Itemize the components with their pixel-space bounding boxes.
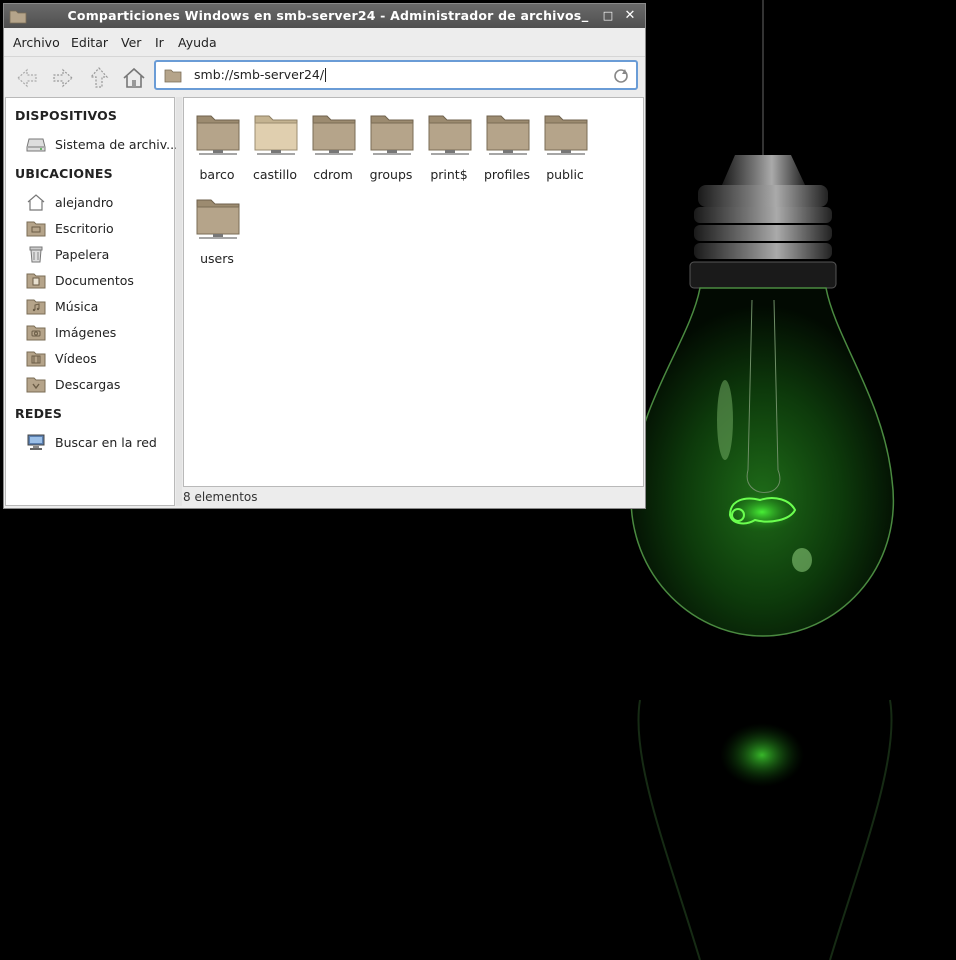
network-share-folder-icon xyxy=(428,115,472,155)
sidebar-heading-places: UBICACIONES xyxy=(15,166,113,181)
close-button[interactable]: ✕ xyxy=(621,7,639,25)
home-icon xyxy=(123,67,145,88)
file-item-barco[interactable]: barco xyxy=(188,102,246,182)
sidebar-item-label: Buscar en la red xyxy=(55,435,157,450)
file-label: public xyxy=(546,167,584,182)
videos-folder-icon xyxy=(26,351,46,367)
reload-icon[interactable] xyxy=(612,67,630,85)
network-share-folder-icon xyxy=(312,115,356,155)
file-view: barco castillo cdrom groups print$ profi… xyxy=(183,97,644,487)
file-manager-window: Comparticiones Windows en smb-server24 -… xyxy=(3,3,646,509)
back-button[interactable] xyxy=(13,64,41,92)
network-share-folder-icon xyxy=(486,115,530,155)
folder-icon xyxy=(164,69,182,83)
sidebar-item-label: Documentos xyxy=(55,273,134,288)
documents-folder-icon xyxy=(26,273,46,289)
file-item-print[interactable]: print$ xyxy=(420,102,478,182)
pictures-folder-icon xyxy=(26,325,46,341)
sidebar-item-trash[interactable]: Papelera xyxy=(26,244,174,266)
sidebar-item-music[interactable]: Música xyxy=(26,296,174,318)
sidebar-item-label: Imágenes xyxy=(55,325,117,340)
pane-splitter[interactable] xyxy=(176,97,182,506)
network-share-folder-icon xyxy=(370,115,414,155)
location-input[interactable]: smb://smb-server24/ xyxy=(194,68,327,82)
file-item-profiles[interactable]: profiles xyxy=(478,102,536,182)
music-folder-icon xyxy=(26,299,46,315)
sidebar-item-desktop[interactable]: Escritorio xyxy=(26,218,174,240)
sidebar-item-network[interactable]: Buscar en la red xyxy=(26,432,174,454)
downloads-folder-icon xyxy=(26,377,46,393)
sidebar: DISPOSITIVOS Sistema de archiv... UBICAC… xyxy=(5,97,178,506)
trash-icon xyxy=(29,246,43,263)
drive-icon xyxy=(26,138,46,152)
file-item-castillo[interactable]: castillo xyxy=(246,102,304,182)
home-button[interactable] xyxy=(120,64,148,92)
menu-editar[interactable]: Editar xyxy=(71,35,108,50)
home-icon xyxy=(27,194,45,211)
status-bar: 8 elementos xyxy=(183,490,258,504)
menu-ayuda[interactable]: Ayuda xyxy=(178,35,217,50)
forward-arrow-icon xyxy=(53,68,73,88)
sidebar-item-label: Música xyxy=(55,299,99,314)
file-item-public[interactable]: public xyxy=(536,102,594,182)
menu-archivo[interactable]: Archivo xyxy=(13,35,60,50)
sidebar-item-home[interactable]: alejandro xyxy=(26,192,174,214)
menubar: Archivo Editar Ver Ir Ayuda xyxy=(4,28,645,57)
file-item-users[interactable]: users xyxy=(188,186,246,266)
menu-ver[interactable]: Ver xyxy=(121,35,141,50)
network-icon xyxy=(27,434,45,450)
network-share-folder-icon xyxy=(196,199,240,239)
sidebar-item-label: Descargas xyxy=(55,377,121,392)
sidebar-item-pictures[interactable]: Imágenes xyxy=(26,322,174,344)
sidebar-item-label: Sistema de archiv... xyxy=(55,137,179,152)
sidebar-item-documents[interactable]: Documentos xyxy=(26,270,174,292)
sidebar-item-label: Papelera xyxy=(55,247,110,262)
sidebar-heading-network: REDES xyxy=(15,406,63,421)
minimize-button[interactable]: _ xyxy=(576,7,594,25)
sidebar-item-videos[interactable]: Vídeos xyxy=(26,348,174,370)
menu-ir[interactable]: Ir xyxy=(155,35,164,50)
sidebar-item-filesystem[interactable]: Sistema de archiv... xyxy=(26,134,178,156)
up-arrow-icon xyxy=(89,67,109,88)
sidebar-heading-devices: DISPOSITIVOS xyxy=(15,108,118,123)
forward-button[interactable] xyxy=(49,64,77,92)
up-button[interactable] xyxy=(85,64,113,92)
maximize-button[interactable]: □ xyxy=(599,7,617,25)
window-title: Comparticiones Windows en smb-server24 -… xyxy=(67,8,582,23)
sidebar-item-label: Escritorio xyxy=(55,221,114,236)
file-item-cdrom[interactable]: cdrom xyxy=(304,102,362,182)
toolbar: smb://smb-server24/ xyxy=(4,57,645,97)
sidebar-item-label: Vídeos xyxy=(55,351,97,366)
file-label: users xyxy=(200,251,234,266)
sidebar-item-label: alejandro xyxy=(55,195,114,210)
desktop-folder-icon xyxy=(26,221,46,237)
network-share-folder-icon xyxy=(196,115,240,155)
network-share-folder-icon xyxy=(544,115,588,155)
titlebar[interactable]: Comparticiones Windows en smb-server24 -… xyxy=(4,4,645,28)
sidebar-item-downloads[interactable]: Descargas xyxy=(26,374,174,396)
network-share-folder-icon xyxy=(254,115,298,155)
back-arrow-icon xyxy=(17,68,37,88)
file-item-groups[interactable]: groups xyxy=(362,102,420,182)
location-bar[interactable]: smb://smb-server24/ xyxy=(154,60,638,90)
